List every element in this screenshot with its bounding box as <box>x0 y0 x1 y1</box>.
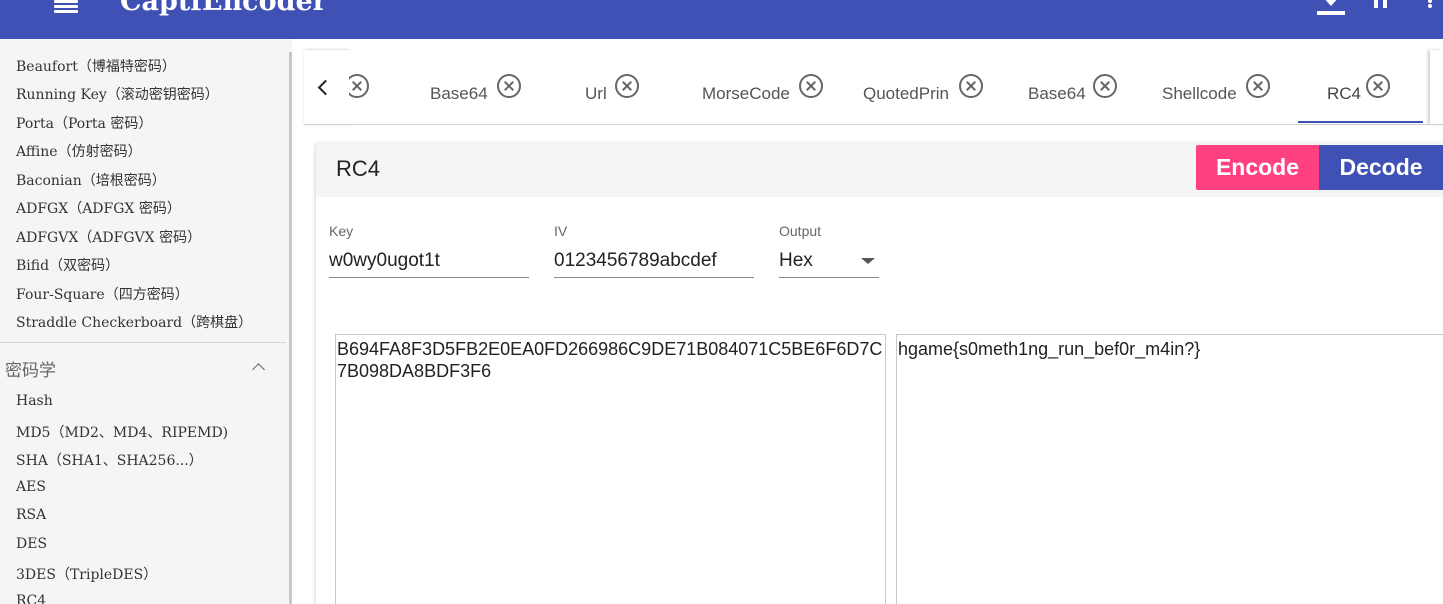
sidebar-item-beaufort[interactable]: Beaufort（博福特密码） <box>16 56 176 76</box>
close-icon[interactable] <box>615 74 639 98</box>
output-format-label: Output <box>779 223 822 239</box>
sidebar: Beaufort（博福特密码） Running Key（滚动密钥密码） Port… <box>0 39 292 604</box>
sidebar-item-running-key[interactable]: Running Key（滚动密钥密码） <box>16 84 219 104</box>
sidebar-divider <box>0 342 286 343</box>
sidebar-item-affine[interactable]: Affine（仿射密码） <box>16 141 142 161</box>
tab-label: Base64 <box>430 84 488 103</box>
sidebar-item-straddle-checkerboard[interactable]: Straddle Checkerboard（跨棋盘） <box>16 312 252 332</box>
more-vert-icon[interactable] <box>1428 0 1434 8</box>
sidebar-item-four-square[interactable]: Four-Square（四方密码） <box>16 284 189 304</box>
close-icon[interactable] <box>959 74 983 98</box>
tab-label: QuotedPrin <box>863 84 949 103</box>
sidebar-item-baconian[interactable]: Baconian（培根密码） <box>16 170 166 190</box>
tab-label: Base64 <box>1028 84 1086 103</box>
encode-button[interactable]: Encode <box>1196 145 1319 190</box>
sidebar-item-rsa[interactable]: RSA <box>16 507 46 523</box>
fullscreen-icon[interactable] <box>1372 0 1390 8</box>
menu-icon[interactable] <box>54 0 78 13</box>
output-textarea[interactable]: hgame{s0meth1ng_run_bef0r_m4in?} <box>896 334 1443 604</box>
close-icon[interactable] <box>349 74 369 98</box>
app-title: CaptfEncoder <box>120 0 327 17</box>
tab-base64[interactable]: Base64 <box>1009 50 1129 124</box>
key-field[interactable] <box>329 245 529 278</box>
tab-partial[interactable] <box>349 50 379 124</box>
rc4-panel: RC4 Encode Decode Key IV Output Hex B694… <box>316 143 1443 604</box>
tab-label: Shellcode <box>1162 84 1237 103</box>
sidebar-item-md5[interactable]: MD5（MD2、MD4、RIPEMD) <box>16 422 228 442</box>
sidebar-item-rc4[interactable]: RC4 <box>16 593 46 604</box>
close-icon[interactable] <box>799 74 823 98</box>
tab-rc4[interactable]: RC4 <box>1298 50 1423 124</box>
output-format-value: Hex <box>779 250 813 271</box>
sidebar-item-porta[interactable]: Porta（Porta 密码） <box>16 113 152 133</box>
input-textarea[interactable]: B694FA8F3D5FB2E0EA0FD266986C9DE71B084071… <box>335 334 886 604</box>
sidebar-item-sha[interactable]: SHA（SHA1、SHA256...） <box>16 450 203 470</box>
iv-label: IV <box>554 223 568 239</box>
close-icon[interactable] <box>1366 74 1390 98</box>
tab-bar: Base64 Url MorseCode QuotedPrin Base64 S… <box>349 50 1430 124</box>
iv-field[interactable] <box>554 245 754 278</box>
decode-button[interactable]: Decode <box>1319 145 1443 190</box>
caret-down-icon[interactable] <box>861 258 875 264</box>
tab-label: Url <box>585 84 607 103</box>
app-bar: CaptfEncoder <box>0 0 1443 39</box>
tab-base64[interactable]: Base64 <box>409 50 539 124</box>
tab-quotedprintable[interactable]: QuotedPrin <box>849 50 999 124</box>
sidebar-item-3des[interactable]: 3DES（TripleDES） <box>16 564 157 584</box>
download-icon[interactable] <box>1316 0 1346 18</box>
tab-url[interactable]: Url <box>565 50 665 124</box>
chevron-up-icon[interactable] <box>252 363 265 376</box>
sidebar-item-adfgvx[interactable]: ADFGVX（ADFGVX 密码） <box>16 227 201 247</box>
sidebar-item-bifid[interactable]: Bifid（双密码） <box>16 255 119 275</box>
close-icon[interactable] <box>1246 74 1270 98</box>
tab-morsecode[interactable]: MorseCode <box>685 50 835 124</box>
output-format-select[interactable]: Hex <box>779 245 879 278</box>
sidebar-scrollbar[interactable] <box>289 52 292 604</box>
tab-shellcode[interactable]: Shellcode <box>1149 50 1279 124</box>
sidebar-item-aes[interactable]: AES <box>16 479 46 495</box>
tab-label: MorseCode <box>702 84 790 103</box>
tabs-divider <box>304 124 1443 125</box>
panel-header: RC4 Encode Decode <box>316 143 1443 197</box>
key-label: Key <box>329 223 354 239</box>
sidebar-group-cryptography[interactable]: 密码学 <box>5 356 56 381</box>
close-icon[interactable] <box>497 74 521 98</box>
active-tab-indicator <box>1298 121 1423 123</box>
panel-title: RC4 <box>336 156 381 181</box>
tab-label: RC4 <box>1327 84 1362 103</box>
close-icon[interactable] <box>1093 74 1117 98</box>
sidebar-item-adfgx[interactable]: ADFGX（ADFGX 密码） <box>16 198 181 218</box>
sidebar-item-des[interactable]: DES <box>16 536 47 552</box>
sidebar-item-hash[interactable]: Hash <box>16 393 53 409</box>
tabs-scroll-right-button[interactable] <box>1430 50 1443 124</box>
